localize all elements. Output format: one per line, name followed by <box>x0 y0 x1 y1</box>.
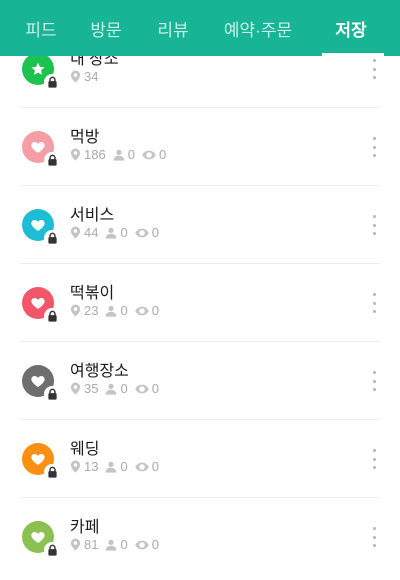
list-stats: 35 0 0 <box>70 381 163 396</box>
follower-count: 0 <box>127 147 135 162</box>
place-count: 186 <box>84 147 106 162</box>
place-count: 34 <box>84 69 99 84</box>
list-stats: 186 0 0 <box>70 147 170 162</box>
place-count: 35 <box>84 381 99 396</box>
location-pin-icon <box>70 148 81 161</box>
list-item[interactable]: 웨딩 13 0 0 <box>0 420 400 498</box>
follower-count: 0 <box>120 303 128 318</box>
more-options-icon[interactable] <box>368 215 380 235</box>
follower-count: 0 <box>120 225 128 240</box>
location-pin-icon <box>70 70 81 83</box>
person-icon <box>105 305 117 317</box>
list-stats: 44 0 0 <box>70 225 163 240</box>
location-pin-icon <box>70 538 81 551</box>
lock-icon <box>44 74 60 90</box>
list-item[interactable]: 내 장소 34 <box>0 56 400 108</box>
person-icon <box>105 227 117 239</box>
list-title: 웨딩 <box>70 441 100 458</box>
list-item[interactable]: 여행장소 35 0 0 <box>0 342 400 420</box>
tab-feed[interactable]: 피드 <box>10 0 72 56</box>
follower-count: 0 <box>120 381 128 396</box>
view-count: 0 <box>158 147 167 162</box>
person-icon <box>113 149 125 161</box>
person-icon <box>105 383 117 395</box>
follower-count: 0 <box>120 459 128 474</box>
lock-icon <box>44 542 60 558</box>
follower-count: 0 <box>120 537 128 552</box>
eye-icon <box>142 150 156 160</box>
list-stats: 81 0 0 <box>70 537 163 552</box>
saved-list: 내 장소 34 먹방 186 0 0 서비스 44 0 0 떡볶이 23 0 0 여행장소 35 0 0 웨딩 13 0… <box>0 56 400 580</box>
list-item[interactable]: 카페 81 0 0 <box>0 498 400 576</box>
place-count: 81 <box>84 537 99 552</box>
more-options-icon[interactable] <box>368 137 380 157</box>
more-options-icon[interactable] <box>368 293 380 313</box>
place-count: 13 <box>84 459 99 474</box>
location-pin-icon <box>70 226 81 239</box>
heart-icon <box>30 139 46 155</box>
list-stats: 34 <box>70 69 102 84</box>
list-item[interactable]: 떡볶이 23 0 0 <box>0 264 400 342</box>
person-icon <box>105 461 117 473</box>
list-title: 서비스 <box>70 207 115 224</box>
eye-icon <box>135 540 149 550</box>
location-pin-icon <box>70 304 81 317</box>
view-count: 0 <box>151 303 159 318</box>
heart-icon <box>30 451 46 467</box>
top-tab-bar: 피드 방문 리뷰 예약·주문 저장 <box>0 0 400 56</box>
list-stats: 23 0 0 <box>70 303 163 318</box>
heart-icon <box>30 217 46 233</box>
eye-icon <box>135 384 149 394</box>
list-stats: 13 0 0 <box>70 459 163 474</box>
heart-icon <box>30 373 46 389</box>
view-count: 0 <box>151 225 159 240</box>
lock-icon <box>44 464 60 480</box>
more-options-icon[interactable] <box>368 371 380 391</box>
view-count: 0 <box>151 537 159 552</box>
list-title: 먹방 <box>70 129 100 146</box>
eye-icon <box>135 306 149 316</box>
lock-icon <box>44 308 60 324</box>
lock-icon <box>44 230 60 246</box>
heart-icon <box>30 295 46 311</box>
tab-reservation-order[interactable]: 예약·주문 <box>206 0 310 56</box>
tab-visit[interactable]: 방문 <box>72 0 140 56</box>
view-count: 0 <box>151 459 159 474</box>
place-count: 23 <box>84 303 99 318</box>
lock-icon <box>44 152 60 168</box>
list-title: 내 장소 <box>70 56 119 68</box>
place-count: 44 <box>84 225 99 240</box>
location-pin-icon <box>70 382 81 395</box>
more-options-icon[interactable] <box>368 449 380 469</box>
heart-icon <box>30 529 46 545</box>
more-options-icon[interactable] <box>368 59 380 79</box>
list-title: 카페 <box>70 519 100 536</box>
tab-review[interactable]: 리뷰 <box>140 0 206 56</box>
star-icon <box>30 61 46 77</box>
list-item[interactable]: 먹방 186 0 0 <box>0 108 400 186</box>
tab-saved[interactable]: 저장 <box>310 0 392 56</box>
eye-icon <box>135 462 149 472</box>
person-icon <box>105 539 117 551</box>
lock-icon <box>44 386 60 402</box>
list-title: 여행장소 <box>70 363 129 380</box>
more-options-icon[interactable] <box>368 527 380 547</box>
view-count: 0 <box>151 381 159 396</box>
location-pin-icon <box>70 460 81 473</box>
list-title: 떡볶이 <box>70 285 115 302</box>
eye-icon <box>135 228 149 238</box>
list-item[interactable]: 서비스 44 0 0 <box>0 186 400 264</box>
